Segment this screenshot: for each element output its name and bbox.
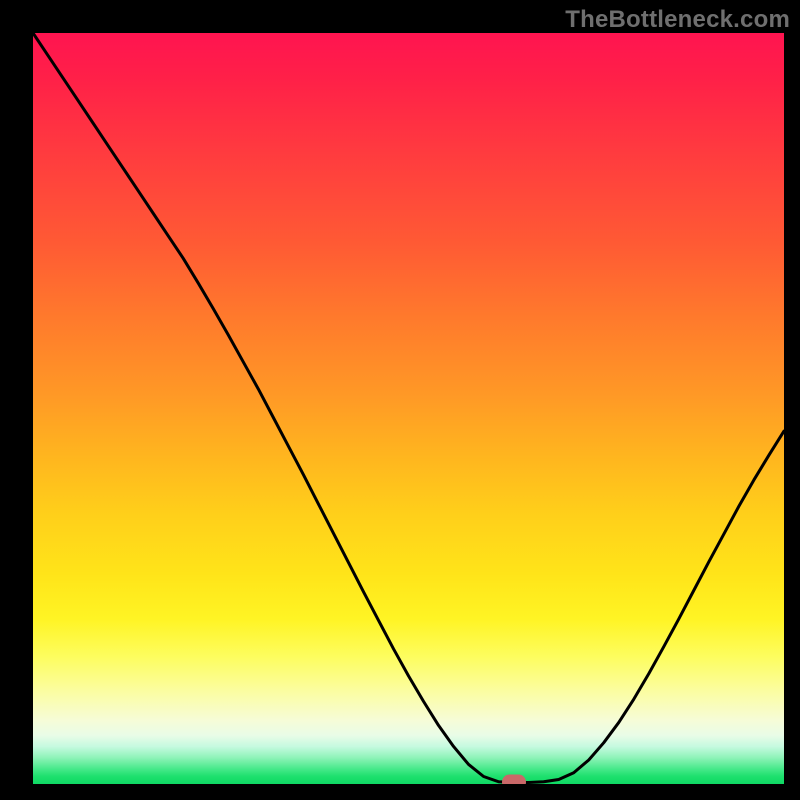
chart-plot-area: [33, 33, 784, 784]
chart-min-marker: [502, 775, 526, 784]
watermark-label: TheBottleneck.com: [565, 6, 790, 34]
chart-line: [33, 33, 784, 784]
